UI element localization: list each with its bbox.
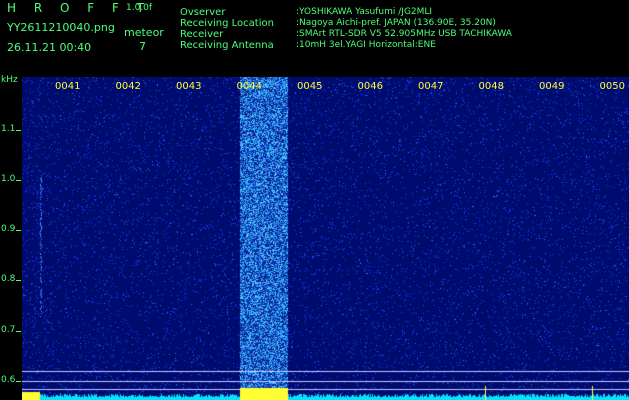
image-filename: YY2611210040.png — [7, 21, 115, 34]
location-value: :Nagoya Aichi-pref. JAPAN (136.90E, 35.2… — [296, 18, 496, 28]
y-tick-label: 0.7 — [1, 324, 16, 335]
y-tick — [16, 179, 21, 181]
y-tick-label: 1.0 — [1, 173, 16, 184]
x-tick-label: 0042 — [115, 81, 141, 92]
x-tick-label: 0046 — [357, 81, 383, 92]
y-tick — [16, 330, 21, 332]
app-version: 1.0.0f — [126, 3, 153, 13]
info-header: H R O F F T 1.0.0f YY2611210040.png 26.1… — [0, 0, 629, 75]
spectrogram-canvas — [22, 77, 629, 400]
x-tick-label: 0048 — [478, 81, 504, 92]
x-tick-label: 0049 — [539, 81, 565, 92]
x-tick-label: 0044 — [236, 81, 262, 92]
y-tick — [16, 129, 21, 131]
timestamp: 26.11.21 00:40 — [7, 41, 92, 54]
meteor-label: meteor — [124, 26, 164, 39]
location-label: Receiving Location — [180, 18, 274, 29]
y-tick-label: 0.6 — [1, 375, 16, 385]
y-axis-unit: kHz — [1, 75, 18, 85]
y-tick — [16, 381, 21, 382]
receiver-label: Receiver — [180, 29, 224, 40]
x-tick-label: 0050 — [599, 81, 625, 92]
x-tick-label: 0045 — [297, 81, 323, 92]
antenna-label: Receiving Antenna — [180, 40, 274, 51]
y-tick-label: 0.9 — [1, 224, 16, 235]
meteor-count: 7 — [139, 40, 146, 53]
observer-value: :YOSHIKAWA Yasufumi /JG2MLI — [296, 7, 433, 17]
receiver-value: :SMArt RTL-SDR V5 52.905MHz USB TACHIKAW… — [296, 29, 512, 39]
x-tick-label: 0047 — [418, 81, 444, 92]
x-tick-label: 0043 — [176, 81, 202, 92]
y-tick-label: 0.8 — [1, 274, 16, 285]
antenna-value: :10mH 3el.YAGI Horizontal:ENE — [296, 40, 436, 50]
y-tick — [16, 230, 21, 232]
spectrogram-plot — [22, 77, 629, 400]
observer-label: Ovserver — [180, 7, 226, 18]
y-tick — [16, 280, 21, 282]
x-tick-label: 0041 — [55, 81, 81, 92]
y-tick-label: 1.1 — [1, 123, 16, 134]
